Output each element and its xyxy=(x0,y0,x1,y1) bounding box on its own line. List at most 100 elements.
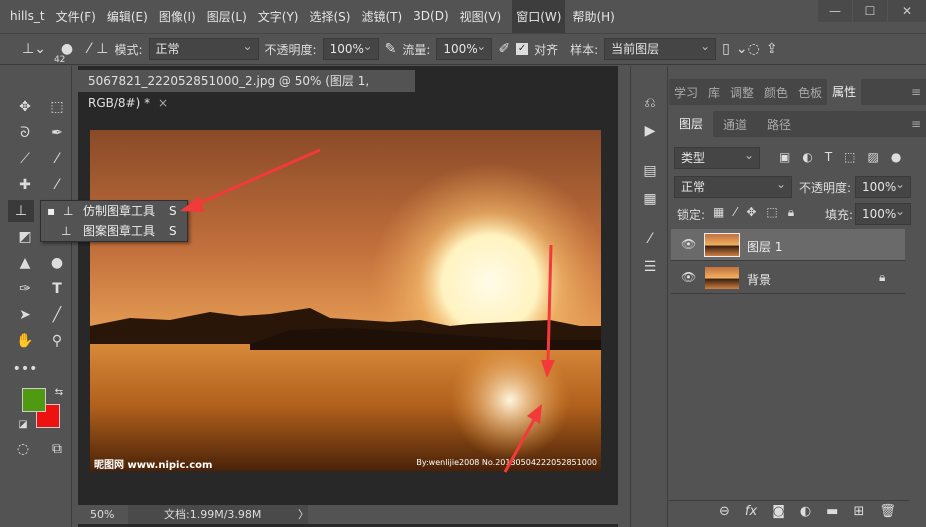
ignore-adjustment-icon[interactable]: ▯ xyxy=(722,41,730,57)
adjustment-layer-icon[interactable]: ◐ xyxy=(800,504,811,519)
flyout-item-pattern-stamp[interactable]: ⊥ 图案图章工具 S xyxy=(41,221,187,241)
tab-color[interactable]: 颜色 xyxy=(759,84,793,101)
pressure-size-icon[interactable]: ⌄◌ xyxy=(736,41,760,57)
maximize-button[interactable]: ☐ xyxy=(853,0,887,22)
eraser-tool-icon[interactable]: ◩ xyxy=(12,226,38,248)
filter-toggle-icon[interactable]: ● xyxy=(891,150,901,164)
menu-image[interactable]: 图像(I) xyxy=(159,8,196,25)
properties-icon[interactable]: ▤ xyxy=(637,160,663,182)
fill-input[interactable]: 100% xyxy=(855,201,911,225)
lock-pixels-icon[interactable]: ⁄ xyxy=(734,205,736,220)
tab-adjustments[interactable]: 调整 xyxy=(725,84,759,101)
smart-object-filter-icon[interactable]: ▨ xyxy=(868,150,879,164)
layer-name[interactable]: 图层 1 xyxy=(747,238,782,255)
move-tool-icon[interactable]: ✥ xyxy=(12,96,38,118)
quick-mask-icon[interactable]: ◌ xyxy=(10,438,36,460)
tab-learn[interactable]: 学习 xyxy=(669,84,703,101)
flow-input[interactable]: 100% xyxy=(436,36,493,60)
actions-play-icon[interactable]: ▶ xyxy=(637,120,663,142)
menu-help[interactable]: 帮助(H) xyxy=(572,8,614,25)
menu-edit[interactable]: 编辑(E) xyxy=(107,8,148,25)
layer-row[interactable]: 👁︎ 背景 🔒︎ xyxy=(671,262,905,294)
crop-tool-icon[interactable]: ⟋ xyxy=(12,148,38,170)
flyout-item-clone-stamp[interactable]: ▪ ⊥ 仿制图章工具 S xyxy=(41,201,187,221)
more-tools-icon[interactable]: ••• xyxy=(12,358,38,380)
delete-layer-icon[interactable]: 🗑︎ xyxy=(879,504,896,519)
zoom-level[interactable]: 50% xyxy=(90,505,114,524)
tab-libraries[interactable]: 库 xyxy=(703,84,725,101)
brush-panel-icon[interactable]: ⁄ xyxy=(88,41,90,57)
tab-channels[interactable]: 通道 xyxy=(713,116,757,133)
clone-source-icon[interactable]: ⊥ xyxy=(96,41,108,57)
visibility-eye-icon[interactable]: 👁︎ xyxy=(681,270,696,284)
brush-settings-icon[interactable]: ⁄ xyxy=(637,228,663,250)
layers-menu-icon[interactable]: ≡ xyxy=(906,117,926,131)
menu-select[interactable]: 选择(S) xyxy=(309,8,350,25)
path-select-tool-icon[interactable]: ➤ xyxy=(12,304,38,326)
history-icon[interactable]: ⎌ xyxy=(637,92,663,114)
tab-layers[interactable]: 图层 xyxy=(669,111,714,137)
layer-opacity-input[interactable]: 100% xyxy=(855,174,911,198)
marquee-tool-icon[interactable]: ⬚ xyxy=(44,96,70,118)
menu-layer[interactable]: 图层(L) xyxy=(207,8,247,25)
clone-stamp-tool-icon[interactable]: ⊥ xyxy=(8,200,34,222)
menu-filter[interactable]: 滤镜(T) xyxy=(361,8,402,25)
lock-transparent-icon[interactable]: ▦ xyxy=(713,205,724,220)
sample-select[interactable]: 当前图层 xyxy=(604,36,717,60)
hand-tool-icon[interactable]: ✋ xyxy=(12,330,38,352)
layer-name[interactable]: 背景 xyxy=(747,271,771,288)
clone-stamp-preset-icon[interactable]: ⊥⌄ xyxy=(22,41,46,57)
adjustments-icon[interactable]: ☰ xyxy=(637,256,663,278)
healing-brush-tool-icon[interactable]: ✚ xyxy=(12,174,38,196)
brush-preset-picker[interactable]: ● 42 xyxy=(52,41,82,65)
airbrush-icon[interactable]: ✐ xyxy=(498,41,510,57)
share-icon[interactable]: ⇪ xyxy=(766,41,778,57)
zoom-tool-icon[interactable]: ⚲ xyxy=(44,330,70,352)
default-colors-icon[interactable]: ◪ xyxy=(10,414,36,436)
line-tool-icon[interactable]: ╱ xyxy=(44,304,70,326)
lasso-tool-icon[interactable]: ᘐ xyxy=(12,122,38,144)
tab-swatches[interactable]: 色板 xyxy=(793,84,827,101)
pen-tool-icon[interactable]: ✑ xyxy=(12,278,38,300)
document-tab[interactable]: 5067821_222052851000_2.jpg @ 50% (图层 1, … xyxy=(78,70,415,110)
menu-view[interactable]: 视图(V) xyxy=(460,8,502,25)
notes-icon[interactable]: ▦ xyxy=(637,188,663,210)
adjustment-filter-icon[interactable]: ◐ xyxy=(802,150,812,164)
add-mask-icon[interactable]: ◙ xyxy=(772,504,785,519)
close-button[interactable]: ✕ xyxy=(888,0,926,22)
document-close-icon[interactable]: × xyxy=(158,96,168,110)
lock-position-icon[interactable]: ✥ xyxy=(746,205,756,220)
swap-colors-icon[interactable]: ⇆ xyxy=(46,382,72,404)
blend-mode-select[interactable]: 正常 xyxy=(674,174,792,198)
lock-artboard-icon[interactable]: ⬚ xyxy=(766,205,777,220)
tab-properties[interactable]: 属性 xyxy=(827,79,862,105)
status-arrow[interactable]: 〉 xyxy=(298,505,309,524)
link-layers-icon[interactable]: ⊖ xyxy=(719,504,730,519)
document-image[interactable]: 昵图网 www.nipic.com By:wenlijie2008 No.201… xyxy=(90,130,601,471)
opacity-input[interactable]: 100% xyxy=(322,36,379,60)
shape-filter-icon[interactable]: ⬚ xyxy=(844,150,855,164)
menu-type[interactable]: 文字(Y) xyxy=(258,8,299,25)
blur-tool-icon[interactable]: ▲ xyxy=(12,252,38,274)
layer-style-icon[interactable]: fx xyxy=(745,504,757,519)
new-group-icon[interactable]: ▬ xyxy=(826,504,838,519)
pixel-filter-icon[interactable]: ▣ xyxy=(779,150,790,164)
align-checkbox[interactable]: ✓ xyxy=(516,43,529,55)
brush-tool-icon[interactable]: ⁄ xyxy=(44,174,70,196)
lock-all-icon[interactable]: 🔒︎ xyxy=(788,205,794,220)
type-filter-icon[interactable]: T xyxy=(825,150,832,164)
layer-row[interactable]: 👁︎ 图层 1 xyxy=(671,229,905,261)
menu-file[interactable]: 文件(F) xyxy=(56,8,96,25)
pressure-opacity-icon[interactable]: ✎ xyxy=(385,41,397,57)
type-tool-icon[interactable]: T xyxy=(44,278,70,300)
mode-select[interactable]: 正常 xyxy=(148,36,259,60)
menu-3d[interactable]: 3D(D) xyxy=(413,9,448,23)
eyedropper-tool-icon[interactable]: ⁄ xyxy=(44,148,70,170)
tab-paths[interactable]: 路径 xyxy=(757,116,801,133)
panel-menu-icon[interactable]: ≡ xyxy=(906,85,926,99)
visibility-eye-icon[interactable]: 👁︎ xyxy=(681,237,696,251)
filter-kind-select[interactable]: 类型 xyxy=(674,145,760,169)
minimize-button[interactable]: — xyxy=(818,0,852,22)
screen-mode-icon[interactable]: ⧉ xyxy=(44,438,70,460)
menu-window[interactable]: 窗口(W) xyxy=(512,0,566,33)
